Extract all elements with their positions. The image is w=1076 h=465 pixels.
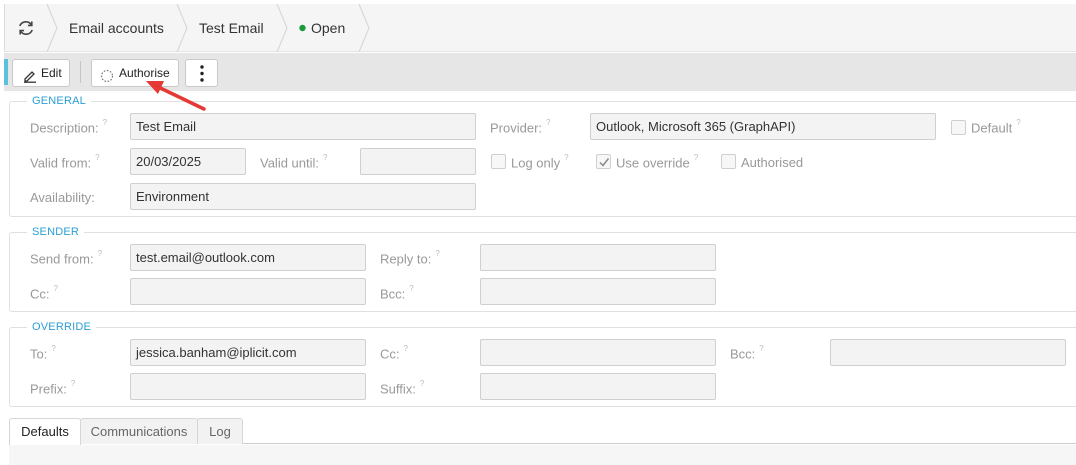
override-section: OVERRIDE To:? jessica.banham@iplicit.com… <box>9 321 1076 407</box>
tab-content-area <box>9 445 1076 465</box>
override-cc-label: Cc:? <box>380 344 408 362</box>
chevron-right-icon <box>45 3 59 53</box>
override-legend: OVERRIDE <box>27 321 97 333</box>
breadcrumb-test-email[interactable]: Test Email <box>199 4 264 52</box>
tab-log[interactable]: Log <box>197 418 243 444</box>
bcc-label: Bcc:? <box>380 284 414 302</box>
use-override-label: Use override? <box>616 153 699 171</box>
chevron-right-icon <box>175 3 189 53</box>
help-icon: ? <box>95 153 100 162</box>
status-dot-icon <box>299 4 307 52</box>
breadcrumb-email-accounts[interactable]: Email accounts <box>69 4 164 52</box>
log-only-label: Log only? <box>511 153 569 171</box>
chevron-right-icon <box>275 3 289 53</box>
help-icon: ? <box>759 344 764 353</box>
general-section: GENERAL Description:? Test Email Provide… <box>9 95 1076 217</box>
sender-section: SENDER Send from:? test.email@outlook.co… <box>9 226 1076 312</box>
help-icon: ? <box>546 118 551 127</box>
reply-to-label: Reply to:? <box>380 249 440 267</box>
cc-field[interactable] <box>130 278 366 305</box>
default-checkbox[interactable] <box>951 120 966 135</box>
provider-field[interactable]: Outlook, Microsoft 365 (GraphAPI) <box>590 113 936 140</box>
prefix-field[interactable] <box>130 373 366 400</box>
send-from-field[interactable]: test.email@outlook.com <box>130 244 366 271</box>
edit-button-label: Edit <box>41 66 62 80</box>
override-bcc-field[interactable] <box>830 339 1066 366</box>
tab-defaults[interactable]: Defaults <box>9 418 81 445</box>
authorised-checkbox[interactable] <box>721 154 736 169</box>
sender-legend: SENDER <box>27 226 85 238</box>
override-bcc-label: Bcc:? <box>730 344 764 362</box>
availability-field[interactable]: Environment <box>130 183 476 210</box>
availability-label: Availability: <box>30 190 95 205</box>
general-legend: GENERAL <box>27 95 91 107</box>
help-icon: ? <box>435 249 440 258</box>
to-field[interactable]: jessica.banham@iplicit.com <box>130 339 366 366</box>
suffix-field[interactable] <box>480 373 716 400</box>
override-cc-field[interactable] <box>480 339 716 366</box>
to-label: To:? <box>30 344 56 362</box>
description-field[interactable]: Test Email <box>130 113 476 140</box>
prefix-label: Prefix:? <box>30 379 76 397</box>
edit-button[interactable]: Edit <box>12 59 70 87</box>
tab-communications[interactable]: Communications <box>80 418 198 444</box>
valid-from-label: Valid from:? <box>30 153 100 171</box>
help-icon: ? <box>693 153 699 162</box>
help-icon: ? <box>53 284 58 293</box>
help-icon: ? <box>403 344 408 353</box>
help-icon: ? <box>419 379 425 388</box>
reply-to-field[interactable] <box>480 244 716 271</box>
help-icon: ? <box>51 344 56 353</box>
valid-until-field[interactable] <box>360 148 476 175</box>
pencil-icon <box>23 66 37 92</box>
description-label: Description:? <box>30 118 108 136</box>
default-label: Default? <box>971 118 1021 136</box>
toolbar-accent <box>4 59 8 85</box>
valid-until-label: Valid until:? <box>260 153 328 171</box>
help-icon: ? <box>70 379 76 388</box>
help-icon: ? <box>323 153 328 162</box>
help-icon: ? <box>409 284 414 293</box>
breadcrumb: Email accounts Test Email Open <box>4 3 1076 53</box>
authorised-label: Authorised <box>741 155 804 170</box>
help-icon: ? <box>97 249 103 258</box>
help-icon: ? <box>564 153 569 162</box>
spinner-icon <box>100 66 114 92</box>
log-only-checkbox[interactable] <box>491 154 506 169</box>
help-icon: ? <box>102 118 108 127</box>
check-icon <box>599 158 610 167</box>
chevron-right-icon <box>357 3 371 53</box>
toolbar-divider <box>80 61 81 83</box>
valid-from-field[interactable]: 20/03/2025 <box>130 148 246 175</box>
breadcrumb-status-open: Open <box>311 20 346 36</box>
bcc-field[interactable] <box>480 278 716 305</box>
use-override-checkbox[interactable] <box>596 154 611 169</box>
cc-label: Cc:? <box>30 284 58 302</box>
send-from-label: Send from:? <box>30 249 103 267</box>
refresh-icon[interactable] <box>15 17 37 39</box>
provider-label: Provider:? <box>490 118 551 136</box>
suffix-label: Suffix:? <box>380 379 425 397</box>
help-icon: ? <box>1016 118 1021 127</box>
tab-bar: Defaults Communications Log <box>9 418 1076 445</box>
annotation-arrow-icon <box>146 81 206 111</box>
